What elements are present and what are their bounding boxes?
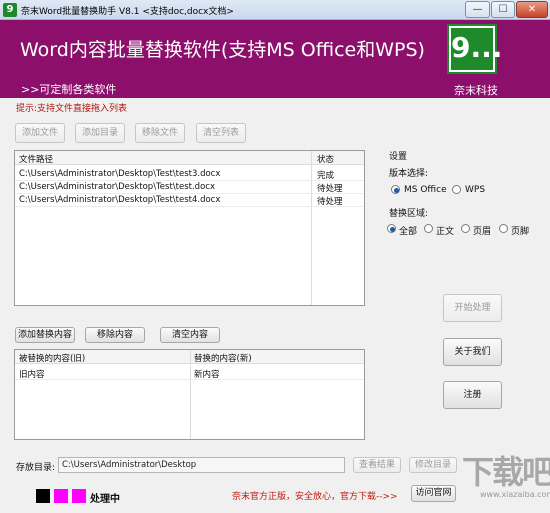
add-replace-button[interactable]: 添加替换内容 — [15, 327, 75, 343]
clear-list-button[interactable]: 清空列表 — [196, 123, 246, 143]
window-title: 奈末Word批量替换助手 V8.1 <支持doc,docx文档> — [21, 7, 234, 17]
status-text: 处理中 — [90, 494, 120, 505]
radio-ms-office-label[interactable]: MS Office — [404, 185, 447, 195]
file-row-path[interactable]: C:\Users\Administrator\Desktop\Test\test… — [19, 195, 220, 205]
progress-block — [54, 489, 68, 503]
settings-title: 设置 — [389, 152, 408, 162]
radio-range-header-label[interactable]: 页眉 — [473, 224, 491, 237]
file-row-path[interactable]: C:\Users\Administrator\Desktop\Test\test… — [19, 169, 220, 179]
range-label: 替换区域: — [389, 209, 429, 219]
watermark-url: www.xiazaiba.com — [480, 490, 550, 499]
column-header-new: 替换的内容(新) — [194, 354, 252, 364]
drag-hint: 提示:支持文件直接拖入列表 — [16, 104, 128, 114]
clear-replace-button[interactable]: 清空内容 — [160, 327, 220, 343]
radio-wps-label[interactable]: WPS — [465, 185, 485, 195]
replace-content-table[interactable]: 被替换的内容(旧) 替换的内容(新) 旧内容 新内容 — [14, 349, 365, 440]
company-name: 奈末科技 — [454, 84, 498, 97]
progress-block — [72, 489, 86, 503]
change-dir-button[interactable]: 修改目录 — [409, 457, 457, 473]
logo-mark: 9... — [451, 28, 502, 70]
radio-range-all[interactable] — [387, 224, 396, 233]
about-us-button[interactable]: 关于我们 — [443, 338, 502, 366]
radio-range-footer-label[interactable]: 页脚 — [511, 224, 529, 237]
banner-subtitle-link[interactable]: >>可定制各类软件 — [21, 81, 116, 97]
radio-wps[interactable] — [452, 185, 461, 194]
close-button[interactable]: ✕ — [516, 1, 548, 18]
visit-website-button[interactable]: 访问官网 — [411, 485, 456, 502]
progress-block — [36, 489, 50, 503]
radio-range-body[interactable] — [424, 224, 433, 233]
maximize-button[interactable]: ☐ — [491, 1, 515, 18]
start-process-button[interactable]: 开始处理 — [443, 294, 502, 322]
radio-range-body-label[interactable]: 正文 — [436, 224, 454, 237]
remove-replace-button[interactable]: 移除内容 — [85, 327, 145, 343]
file-row-path[interactable]: C:\Users\Administrator\Desktop\Test\test… — [19, 182, 215, 192]
column-header-status: 状态 — [317, 155, 335, 165]
radio-range-header[interactable] — [461, 224, 470, 233]
output-dir-field[interactable]: C:\Users\Administrator\Desktop — [58, 457, 345, 473]
version-label: 版本选择: — [389, 169, 429, 179]
column-header-path: 文件路径 — [19, 155, 54, 165]
register-button[interactable]: 注册 — [443, 381, 502, 409]
minimize-button[interactable]: — — [465, 1, 490, 18]
remove-file-button[interactable]: 移除文件 — [135, 123, 185, 143]
banner-title: Word内容批量替换软件(支持MS Office和WPS) — [20, 39, 425, 61]
add-file-button[interactable]: 添加文件 — [15, 123, 65, 143]
official-promo-text: 奈末官方正版，安全放心，官方下载-->> — [232, 492, 398, 502]
output-dir-label: 存放目录: — [16, 463, 56, 473]
company-logo: 9... — [447, 24, 502, 74]
radio-ms-office[interactable] — [391, 185, 400, 194]
watermark-logo: 下载吧 — [462, 453, 550, 491]
column-header-old: 被替换的内容(旧) — [19, 354, 86, 364]
app-icon: 9 — [3, 3, 17, 17]
radio-range-footer[interactable] — [499, 224, 508, 233]
radio-range-all-label[interactable]: 全部 — [399, 224, 417, 237]
file-list-table[interactable]: 文件路径 状态 C:\Users\Administrator\Desktop\T… — [14, 150, 365, 306]
view-result-button[interactable]: 查看结果 — [353, 457, 401, 473]
add-directory-button[interactable]: 添加目录 — [75, 123, 125, 143]
